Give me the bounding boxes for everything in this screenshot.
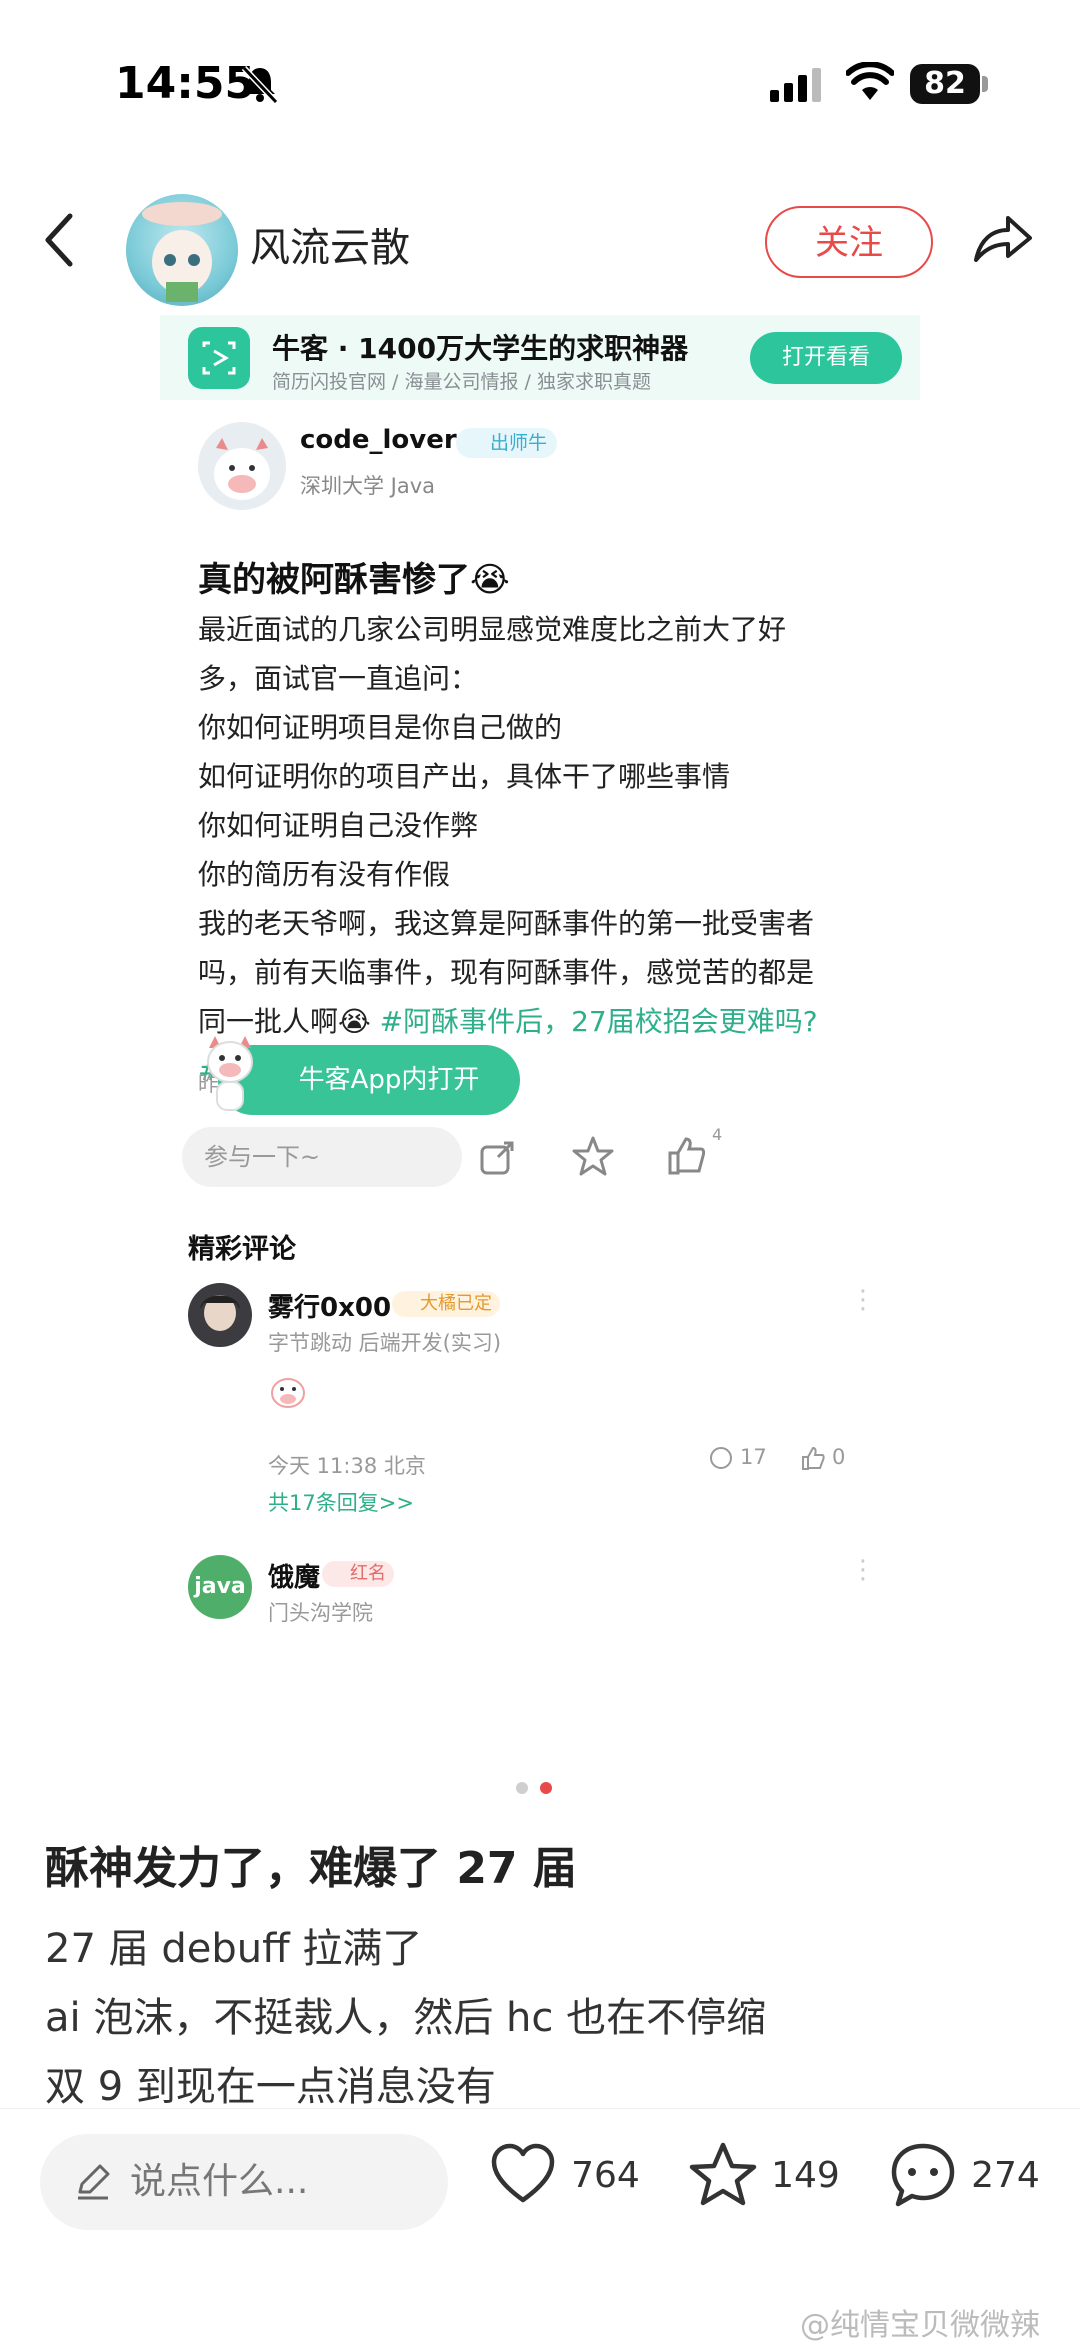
back-arrow-icon[interactable] — [40, 210, 80, 270]
share-icon[interactable] — [478, 1137, 518, 1177]
commenter-subtitle: 门头沟学院 — [268, 1601, 373, 1625]
watermark: @纯情宝贝微微辣 — [800, 2308, 1040, 2343]
banner-title: 牛客 · 1400万大学生的求职神器 — [272, 332, 689, 365]
commenter-subtitle: 字节跳动 后端开发(实习) — [268, 1331, 502, 1355]
note-line: 双 9 到现在一点消息没有 — [45, 2064, 496, 2110]
comments-header: 精彩评论 — [188, 1234, 296, 1265]
follow-button[interactable]: 关注 — [765, 206, 933, 278]
post-line: 多，面试官一直追问： — [198, 662, 479, 695]
like-count-label: 0 — [832, 1445, 846, 1469]
note-line: ai 泡沫，不挺裁人，然后 hc 也在不停缩 — [45, 1995, 767, 2041]
more-replies-link[interactable]: 共17条回复>> — [268, 1487, 414, 1517]
like-count: 764 — [571, 2154, 640, 2196]
star-icon[interactable] — [572, 1135, 614, 1177]
comment-more-icon[interactable]: ⋮ — [850, 1285, 876, 1315]
banner-subtitle: 简历闪投官网 / 海量公司情报 / 独家求职真题 — [272, 371, 651, 393]
thumbs-up-icon[interactable] — [666, 1135, 708, 1177]
post-line: 你如何证明项目是你自己做的 — [198, 711, 563, 744]
note-title: 酥神发力了，难爆了 27 届 — [45, 1843, 577, 1894]
share-icon[interactable] — [970, 210, 1034, 266]
like-count: 4 — [712, 1125, 723, 1144]
poster-username[interactable]: code_lover — [300, 425, 457, 455]
post-body: 最近面试的几家公司明显感觉难度比之前大了好 多，面试官一直追问： 你如何证明项目… — [198, 605, 888, 1095]
post-line: 你的简历有没有作假 — [198, 858, 451, 891]
collect-button[interactable]: 149 — [688, 2140, 840, 2210]
author-avatar[interactable] — [126, 194, 238, 306]
poster-badge: 出师牛 — [456, 428, 558, 458]
divider — [0, 2108, 1080, 2109]
comment-reply-count[interactable]: 17 — [708, 1445, 767, 1471]
author-name[interactable]: 风流云散 — [250, 215, 410, 273]
commenter-avatar-java[interactable]: java — [188, 1555, 252, 1619]
post-line: 如何证明你的项目产出，具体干了哪些事情 — [198, 760, 731, 793]
poster-subtitle: 深圳大学 Java — [300, 474, 436, 498]
reply-icon — [710, 1447, 732, 1469]
star-icon — [689, 2142, 757, 2206]
pagination-dot[interactable] — [516, 1782, 528, 1794]
battery-indicator: 82 — [910, 64, 980, 104]
post-hashtag[interactable]: #阿酥事件后，27届校招会更难吗? — [380, 1005, 818, 1038]
comment-meta: 今天 11:38 北京 — [268, 1454, 426, 1478]
wifi-icon — [846, 62, 894, 100]
comment-count: 274 — [971, 2154, 1040, 2196]
post-line: 你如何证明自己没作弊 — [198, 809, 479, 842]
thumbs-up-icon — [802, 1446, 825, 1470]
niuke-banner[interactable]: 牛客 · 1400万大学生的求职神器 简历闪投官网 / 海量公司情报 / 独家求… — [160, 315, 920, 400]
commenter-avatar[interactable] — [188, 1283, 252, 1347]
comment-button[interactable]: 274 — [888, 2140, 1040, 2210]
collect-count: 149 — [771, 2154, 840, 2196]
comments-section: 精彩评论 雾行0x00 大橘已定 字节跳动 后端开发(实习) ⋮ 今天 11:3… — [160, 1205, 920, 1745]
cow-emoji-icon — [271, 1378, 305, 1408]
commenter-name[interactable]: 饿魔 — [268, 1557, 320, 1594]
comment-like-count[interactable]: 0 — [800, 1445, 845, 1471]
reply-count-label: 17 — [740, 1445, 767, 1469]
commenter-badge: 大橘已定 — [392, 1291, 500, 1317]
heart-icon — [491, 2143, 555, 2203]
post-line-last: 同一批人啊😭 #阿酥事件后，27届校招会更难吗? — [198, 997, 888, 1046]
pencil-icon — [78, 2164, 110, 2200]
open-look-button[interactable]: 打开看看 — [750, 332, 902, 384]
signal-icon — [770, 68, 821, 102]
post-line: 我的老天爷啊，我这算是阿酥事件的第一批受害者 — [198, 907, 815, 940]
status-time: 14:55 — [115, 58, 256, 109]
comment-input[interactable]: 参与一下~ — [182, 1127, 462, 1187]
pagination-dot-active[interactable] — [540, 1782, 552, 1794]
note-line: 27 届 debuff 拉满了 — [45, 1926, 423, 1972]
post-line: 最近面试的几家公司明显感觉难度比之前大了好 — [198, 613, 787, 646]
niuke-logo — [188, 327, 250, 389]
embedded-screenshot: 牛客 · 1400万大学生的求职神器 简历闪投官网 / 海量公司情报 / 独家求… — [160, 315, 920, 1745]
poster-avatar[interactable] — [198, 422, 286, 510]
note-body: 27 届 debuff 拉满了 ai 泡沫，不挺裁人，然后 hc 也在不停缩 双… — [45, 1915, 766, 2122]
commenter-badge: 红名 — [322, 1561, 394, 1587]
cow-mascot-icon — [207, 1036, 253, 1111]
like-button[interactable]: 764 — [488, 2140, 640, 2210]
chat-bubble-icon — [891, 2143, 955, 2207]
battery-nub — [982, 76, 988, 92]
bell-muted-icon — [241, 65, 279, 104]
comment-more-icon[interactable]: ⋮ — [850, 1555, 876, 1585]
post-line: 吗，前有天临事件，现有阿酥事件，感觉苦的都是 — [198, 956, 815, 989]
commenter-name[interactable]: 雾行0x00 — [268, 1287, 391, 1324]
post-title: 真的被阿酥害惨了😭 — [198, 560, 510, 600]
